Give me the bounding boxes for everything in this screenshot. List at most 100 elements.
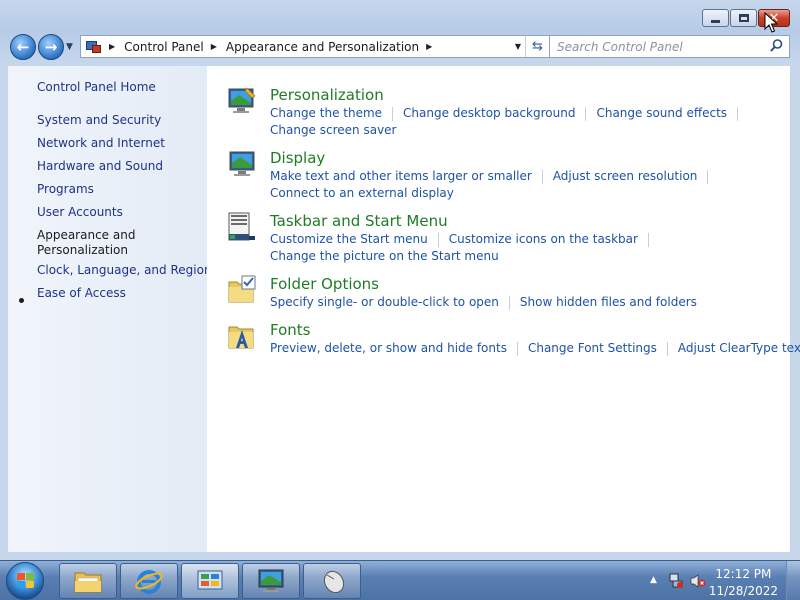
personalization-icon[interactable] bbox=[227, 86, 257, 116]
task-row: Change the picture on the Start menu bbox=[270, 249, 499, 263]
task-row: Make text and other items larger or smal… bbox=[270, 169, 718, 184]
taskbar-control-panel[interactable] bbox=[181, 563, 239, 599]
system-tray: ▲ 12:12 PM 11/28/2022 bbox=[620, 561, 800, 600]
task-change-screen-saver[interactable]: Change screen saver bbox=[270, 123, 397, 137]
task-separator bbox=[666, 342, 668, 356]
internet-explorer-icon bbox=[135, 570, 163, 594]
task-separator bbox=[437, 233, 439, 247]
task-change-start-menu-picture[interactable]: Change the picture on the Start menu bbox=[270, 249, 499, 263]
search-input[interactable]: Search Control Panel bbox=[557, 40, 683, 54]
task-separator bbox=[647, 233, 649, 247]
folder-options-icon[interactable] bbox=[227, 275, 257, 305]
category-title-folder-options[interactable]: Folder Options bbox=[270, 275, 379, 293]
sidebar-item-user-accounts[interactable]: User Accounts bbox=[37, 205, 123, 220]
task-show-hidden-files[interactable]: Show hidden files and folders bbox=[520, 295, 697, 310]
windows-logo-icon bbox=[17, 573, 35, 590]
category-title-fonts[interactable]: Fonts bbox=[270, 321, 310, 339]
control-panel-icon bbox=[197, 570, 223, 590]
sidebar-item-programs[interactable]: Programs bbox=[37, 182, 94, 197]
display-settings-icon bbox=[258, 569, 284, 592]
sidebar-item-system-security[interactable]: System and Security bbox=[37, 113, 161, 128]
sidebar-item-appearance-line2: Personalization bbox=[37, 243, 128, 257]
taskbar-file-explorer[interactable] bbox=[59, 563, 117, 599]
show-desktop-button[interactable] bbox=[786, 561, 800, 600]
task-separator bbox=[707, 170, 709, 184]
task-separator bbox=[392, 107, 394, 121]
sidebar-item-ease-of-access[interactable]: Ease of Access bbox=[37, 286, 126, 301]
task-customize-start-menu[interactable]: Customize the Start menu bbox=[270, 232, 428, 247]
recent-pages-dropdown[interactable]: ▼ bbox=[66, 42, 73, 52]
taskbar-internet-explorer[interactable] bbox=[120, 563, 178, 599]
control-panel-small-icon bbox=[86, 40, 102, 54]
minimize-icon bbox=[711, 19, 720, 23]
current-section-bullet bbox=[19, 298, 24, 303]
category-title-personalization[interactable]: Personalization bbox=[270, 86, 384, 104]
network-icon[interactable] bbox=[668, 573, 684, 589]
task-row: Change screen saver bbox=[270, 123, 397, 137]
control-panel-window: ✕ ← → ▼ ▶ Control Panel ▶ Appearance and… bbox=[0, 0, 800, 560]
mouse-icon bbox=[323, 570, 345, 594]
clock-date: 11/28/2022 bbox=[708, 584, 778, 598]
forward-arrow-icon: → bbox=[44, 38, 58, 56]
navigation-bar: ← → ▼ ▶ Control Panel ▶ Appearance and P… bbox=[8, 34, 790, 60]
task-change-desktop-background[interactable]: Change desktop background bbox=[403, 106, 575, 121]
task-separator bbox=[508, 296, 510, 310]
content-pane: Personalization Change the theme Change … bbox=[207, 66, 800, 552]
task-change-sound-effects[interactable]: Change sound effects bbox=[596, 106, 727, 121]
breadcrumb-control-panel[interactable]: Control Panel bbox=[124, 40, 204, 54]
task-row: Customize the Start menu Customize icons… bbox=[270, 232, 659, 247]
sidebar-item-appearance-line1: Appearance and bbox=[37, 228, 136, 242]
refresh-icon: ⇆ bbox=[532, 39, 543, 54]
fonts-icon[interactable] bbox=[227, 321, 257, 351]
task-row: Preview, delete, or show and hide fonts … bbox=[270, 341, 800, 356]
sidebar-item-network-internet[interactable]: Network and Internet bbox=[37, 136, 165, 151]
task-adjust-screen-resolution[interactable]: Adjust screen resolution bbox=[553, 169, 698, 184]
taskbar-icon[interactable] bbox=[227, 212, 257, 242]
taskbar: ▲ 12:12 PM 11/28/2022 bbox=[0, 560, 800, 600]
task-single-double-click[interactable]: Specify single- or double-click to open bbox=[270, 295, 499, 310]
mouse-cursor-icon bbox=[764, 12, 778, 33]
task-row: Specify single- or double-click to open … bbox=[270, 295, 697, 310]
sidebar-item-hardware-sound[interactable]: Hardware and Sound bbox=[37, 159, 163, 174]
search-icon[interactable] bbox=[770, 39, 783, 52]
show-hidden-icons-button[interactable]: ▲ bbox=[650, 575, 657, 585]
breadcrumb: ▶ Control Panel ▶ Appearance and Persona… bbox=[102, 40, 441, 54]
system-clock[interactable]: 12:12 PM 11/28/2022 bbox=[709, 566, 778, 600]
maximize-button[interactable] bbox=[730, 9, 757, 27]
task-customize-taskbar-icons[interactable]: Customize icons on the taskbar bbox=[449, 232, 638, 247]
task-text-size[interactable]: Make text and other items larger or smal… bbox=[270, 169, 532, 184]
address-bar[interactable]: ▶ Control Panel ▶ Appearance and Persona… bbox=[80, 35, 550, 58]
left-navigation-pane: Control Panel Home System and Security N… bbox=[8, 66, 212, 552]
display-icon[interactable] bbox=[227, 149, 257, 179]
task-separator bbox=[737, 107, 739, 121]
start-button[interactable] bbox=[6, 562, 44, 600]
task-change-theme[interactable]: Change the theme bbox=[270, 106, 382, 121]
taskbar-mouse-properties[interactable] bbox=[303, 563, 361, 599]
breadcrumb-separator-icon[interactable]: ▶ bbox=[109, 42, 115, 51]
sidebar-item-control-panel-home[interactable]: Control Panel Home bbox=[37, 80, 156, 95]
task-row: Change the theme Change desktop backgrou… bbox=[270, 106, 748, 121]
forward-button[interactable]: → bbox=[38, 34, 64, 60]
clock-time: 12:12 PM bbox=[715, 567, 772, 581]
search-box[interactable]: Search Control Panel bbox=[549, 35, 790, 58]
breadcrumb-separator-icon[interactable]: ▶ bbox=[211, 42, 217, 51]
breadcrumb-appearance[interactable]: Appearance and Personalization bbox=[226, 40, 419, 54]
category-title-display[interactable]: Display bbox=[270, 149, 325, 167]
breadcrumb-separator-icon[interactable]: ▶ bbox=[426, 42, 432, 51]
category-title-taskbar[interactable]: Taskbar and Start Menu bbox=[270, 212, 448, 230]
task-connect-external-display[interactable]: Connect to an external display bbox=[270, 186, 454, 200]
volume-muted-icon[interactable] bbox=[690, 573, 706, 589]
task-separator bbox=[585, 107, 587, 121]
taskbar-display-settings[interactable] bbox=[242, 563, 300, 599]
refresh-button[interactable]: ⇆ bbox=[525, 36, 549, 57]
task-preview-fonts[interactable]: Preview, delete, or show and hide fonts bbox=[270, 341, 507, 356]
address-dropdown-icon[interactable]: ▼ bbox=[515, 42, 521, 51]
task-row: Connect to an external display bbox=[270, 186, 454, 200]
maximize-icon bbox=[738, 14, 749, 22]
minimize-button[interactable] bbox=[702, 9, 729, 27]
task-change-font-settings[interactable]: Change Font Settings bbox=[528, 341, 657, 356]
task-adjust-cleartype[interactable]: Adjust ClearType text bbox=[678, 341, 800, 356]
file-explorer-icon bbox=[74, 572, 102, 593]
back-button[interactable]: ← bbox=[10, 34, 36, 60]
sidebar-item-clock-language-region[interactable]: Clock, Language, and Region bbox=[37, 263, 212, 278]
